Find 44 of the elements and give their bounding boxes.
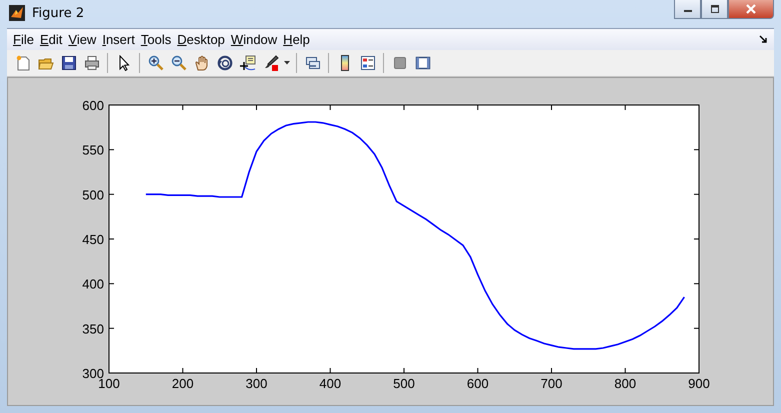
tick-label: 800 [614,376,636,391]
tick-label: 200 [172,376,194,391]
square-icon[interactable] [392,55,408,71]
tick-label: 400 [319,376,342,391]
menu-item[interactable]: File [13,32,34,47]
menu-item[interactable]: Tools [140,32,172,47]
maximize-icon [710,5,720,13]
tick-label: 700 [540,376,562,391]
tick-label: 500 [393,376,415,391]
zoom-out-icon[interactable] [170,55,186,71]
menu-item[interactable]: Window [230,32,278,47]
new-file-icon[interactable] [14,55,30,71]
data-cursor-icon[interactable] [240,55,256,71]
app-logo-icon [9,5,25,21]
brush-icon[interactable] [262,55,278,71]
menu-item[interactable]: Desktop [177,32,225,47]
menu-item[interactable]: Insert [102,32,135,47]
caret-icon[interactable] [284,61,290,65]
tick-label: 900 [688,376,710,391]
zoom-in-icon[interactable] [148,55,164,71]
tick-label: 400 [82,276,104,292]
rotate-icon[interactable] [216,55,232,71]
hand-icon[interactable] [194,55,210,71]
window-title: Figure 2 [32,6,84,20]
dock-arrow-icon[interactable] [759,35,768,44]
save-icon[interactable] [60,55,76,71]
tick-label: 600 [82,98,104,113]
link-icon[interactable] [304,55,320,71]
menu-item[interactable]: Edit [40,32,62,47]
print-icon[interactable] [84,55,100,71]
tick-label: 600 [466,376,489,391]
close-icon [745,4,757,14]
maximize-button[interactable] [701,0,728,19]
tick-label: 550 [82,142,104,158]
close-button[interactable] [728,0,774,19]
legend-icon[interactable] [360,55,376,71]
menu-item[interactable]: Help [283,32,310,47]
minimize-button[interactable] [674,0,701,19]
tick-label: 300 [246,376,268,391]
tick-label: 350 [82,321,104,336]
menu-item[interactable]: View [68,32,96,47]
tick-label: 450 [82,232,104,247]
tick-label: 500 [82,187,104,202]
plot-tools-icon[interactable] [414,55,430,71]
